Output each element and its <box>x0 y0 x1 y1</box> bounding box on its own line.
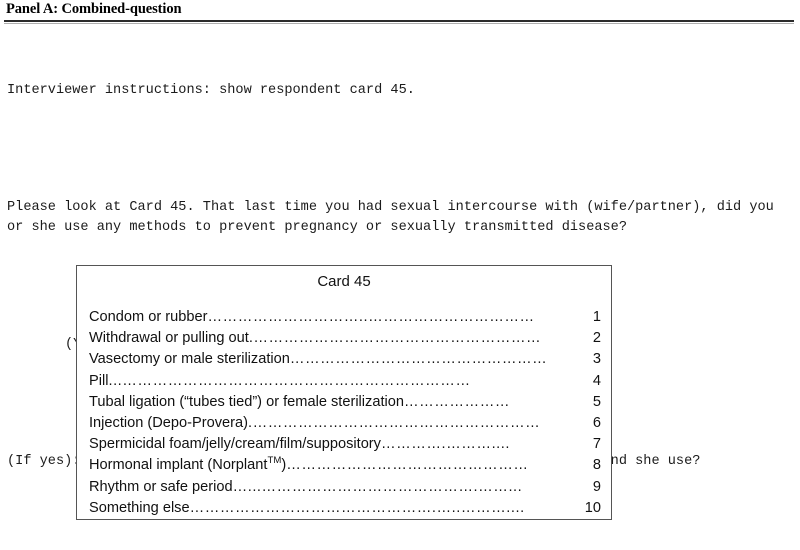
card-option-row[interactable]: Tubal ligation (“tubes tied”) or female … <box>89 392 601 413</box>
divider-line-primary <box>4 20 794 22</box>
card-option-list: Condom or rubber…………………………..…………………………… 1… <box>77 307 611 519</box>
card-option-number: 2 <box>592 330 601 347</box>
page-title: Panel A: Combined-question <box>6 1 182 17</box>
card-option-label: Rhythm or safe period <box>89 478 233 495</box>
dot-leader: …...…………………………………….……... <box>232 478 523 495</box>
card-option-row[interactable]: Rhythm or safe period…...…………………………………….… <box>89 477 601 498</box>
card-option-number: 1 <box>592 309 601 325</box>
header-divider <box>4 20 794 24</box>
card-option-label: Hormonal implant (NorplantTM) <box>89 455 287 474</box>
card-box: Card 45 Condom or rubber…………………………..…………… <box>76 265 612 520</box>
dot-leader: ………………………………………… <box>286 457 529 474</box>
dot-leader: …………………………………………… <box>289 351 548 368</box>
card-option-row[interactable]: Injection (Depo-Provera).………………………………………… <box>89 413 601 434</box>
card-option-row[interactable]: Something else………………………………………….…..………...… <box>89 498 601 519</box>
interviewer-instruction-text: Interviewer instructions: show responden… <box>7 83 415 98</box>
trademark-superscript: TM <box>267 455 282 467</box>
divider-line-secondary <box>4 23 794 24</box>
card-option-label: Withdrawal or pulling out <box>89 330 249 347</box>
dot-leader: .………………………………………………… <box>248 330 542 347</box>
dot-leader: ………………… <box>403 393 510 410</box>
card-option-number: 4 <box>592 372 601 389</box>
dot-leader: ...…………………………………………………………… <box>108 372 471 389</box>
dot-leader: ………….……….... <box>380 436 510 453</box>
card-option-label: Condom or rubber <box>89 309 208 325</box>
dot-leader: …………………………..…………………………… <box>207 309 535 325</box>
card-option-label: Pill <box>89 372 109 389</box>
card-option-label: Tubal ligation (“tubes tied”) or female … <box>89 393 404 410</box>
card-option-number: 8 <box>592 457 601 474</box>
dot-leader: .………………………………………………… <box>247 415 541 432</box>
card-option-row[interactable]: Hormonal implant (NorplantTM)……………………………… <box>89 455 601 476</box>
card-option-label: Something else <box>89 499 190 516</box>
card-title: Card 45 <box>317 273 371 290</box>
card-option-row[interactable]: Vasectomy or male sterilization ……………………… <box>89 349 601 370</box>
card-option-row[interactable]: Spermicidal foam/jelly/cream/film/suppos… <box>89 434 601 455</box>
card-option-label: Vasectomy or male sterilization <box>89 351 290 368</box>
dot-leader: ………………………………………….…..……….... <box>189 499 525 516</box>
card-option-row[interactable]: Withdrawal or pulling out.……………………………………… <box>89 328 601 349</box>
card-option-row[interactable]: Pill...…………………………………………………………… 4 <box>89 371 601 392</box>
card-option-number: 6 <box>592 415 601 432</box>
card-option-number: 5 <box>592 393 601 410</box>
card-option-label: Injection (Depo-Provera) <box>89 415 248 432</box>
card-option-number: 3 <box>592 351 601 368</box>
main-question-text: Please look at Card 45. That last time y… <box>7 200 782 235</box>
card-option-label: Spermicidal foam/jelly/cream/film/suppos… <box>89 436 381 453</box>
card-option-row[interactable]: Condom or rubber…………………………..…………………………… 1 <box>89 307 601 328</box>
card-option-number: 7 <box>592 436 601 453</box>
card-option-number: 9 <box>592 478 601 495</box>
card-option-number: 10 <box>584 499 601 516</box>
